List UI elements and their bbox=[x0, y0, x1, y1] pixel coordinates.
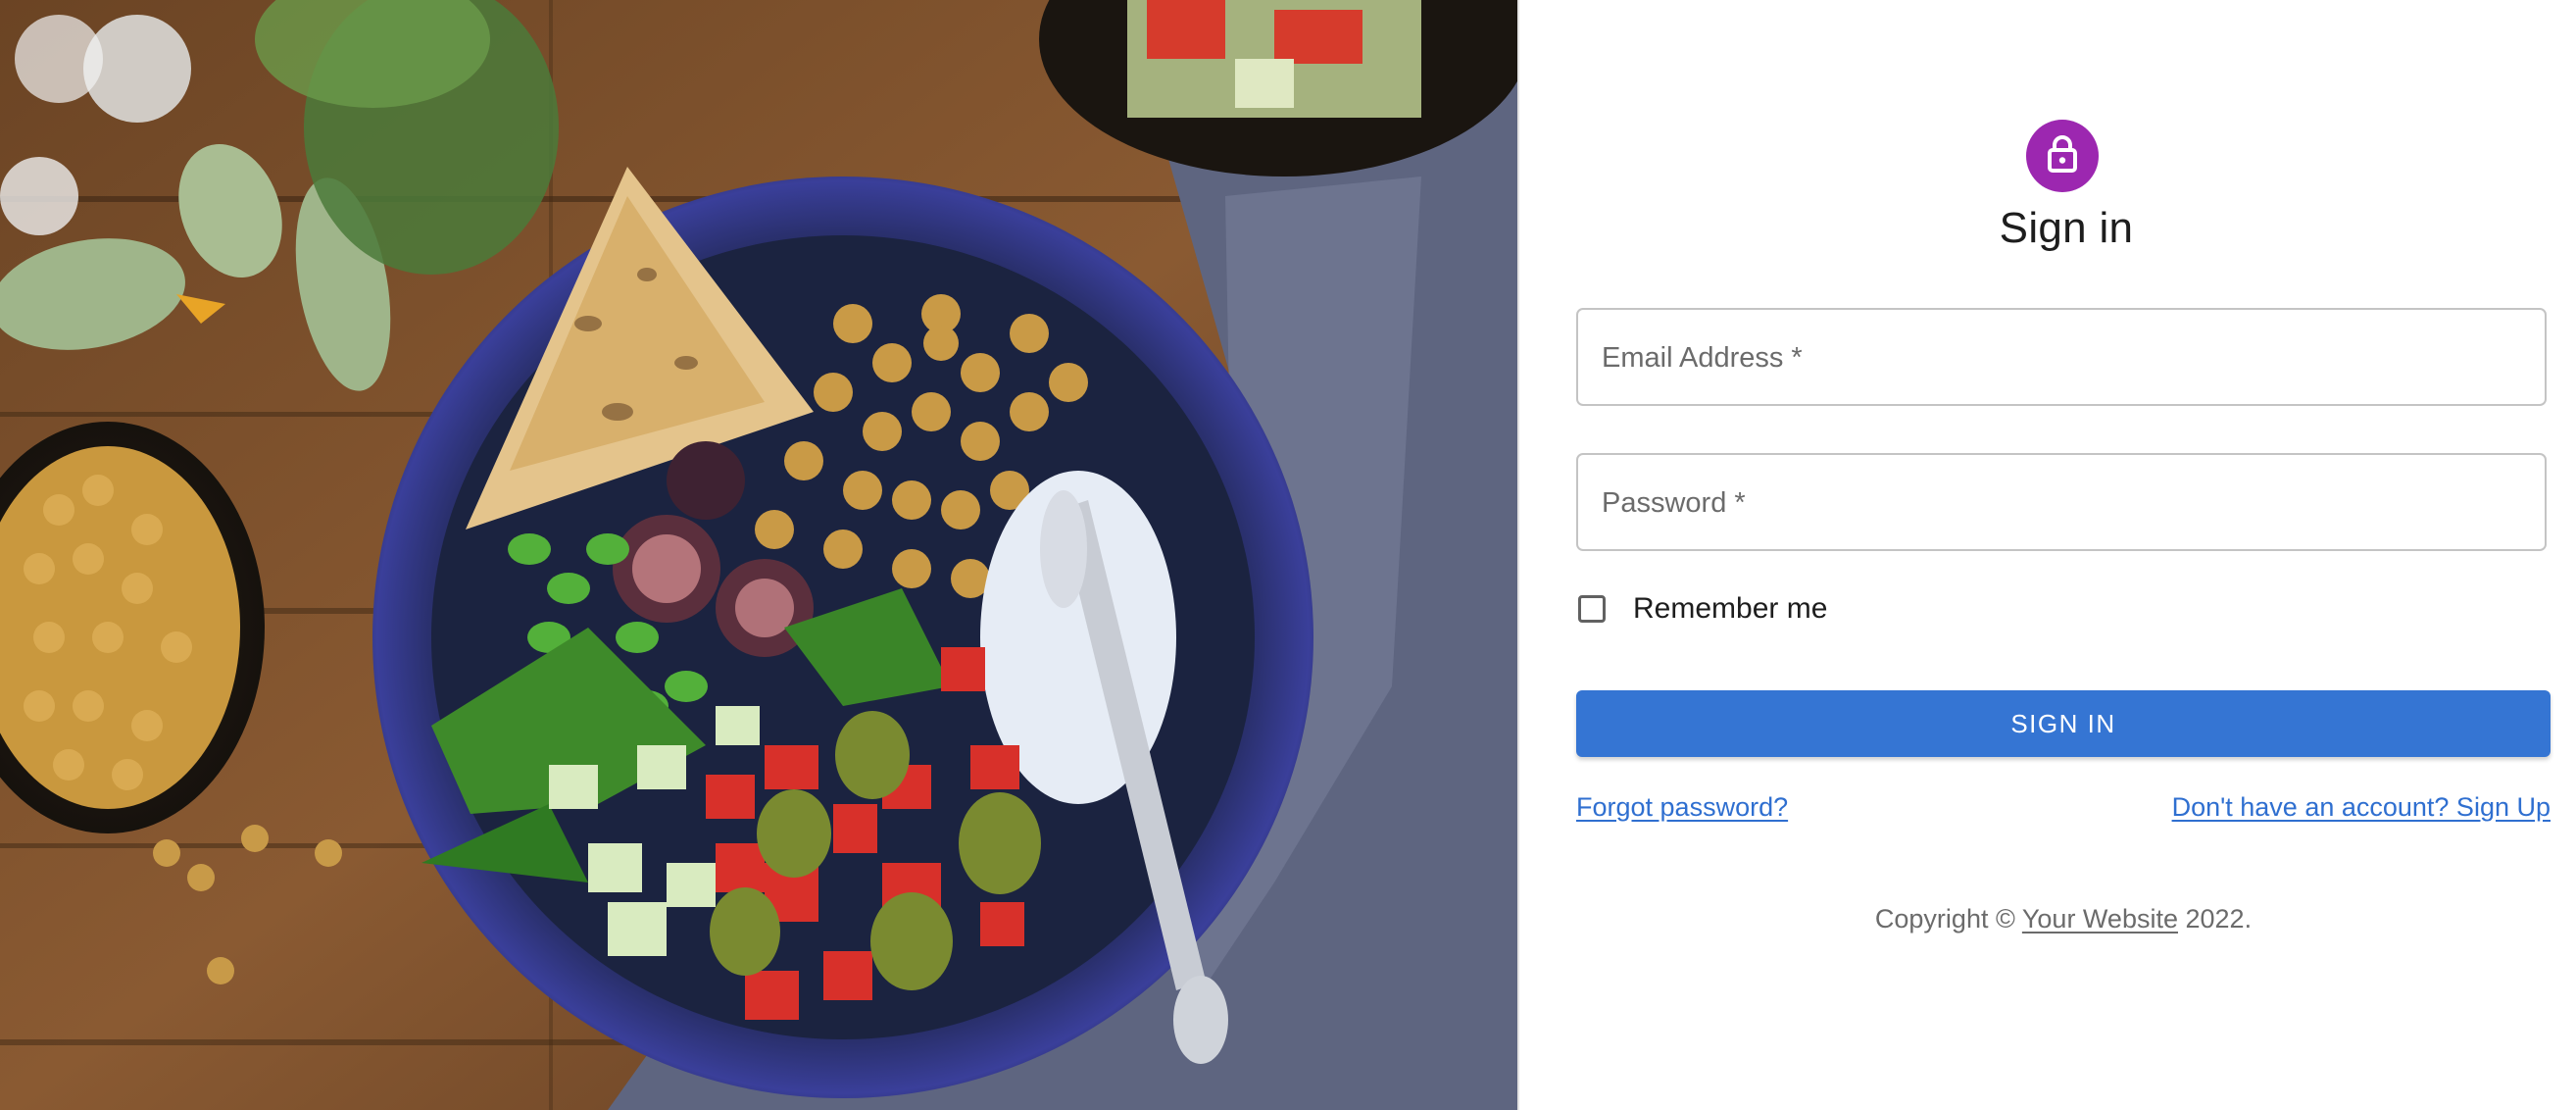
password-input[interactable] bbox=[1578, 455, 2545, 549]
email-input[interactable] bbox=[1578, 310, 2545, 404]
lock-avatar bbox=[2026, 120, 2099, 192]
copyright: Copyright © Your Website 2022. bbox=[1576, 904, 2551, 934]
sign-in-form: Sign in Email Address * Password * Remem… bbox=[0, 0, 2576, 1110]
forgot-password-link[interactable]: Forgot password? bbox=[1576, 792, 1788, 823]
sign-in-button[interactable]: SIGN IN bbox=[1576, 690, 2551, 757]
website-link[interactable]: Your Website bbox=[2022, 904, 2178, 933]
remember-me-checkbox[interactable] bbox=[1578, 595, 1606, 623]
password-field[interactable]: Password * bbox=[1576, 453, 2547, 551]
copyright-year: 2022. bbox=[2185, 904, 2253, 933]
email-field[interactable]: Email Address * bbox=[1576, 308, 2547, 406]
sign-up-link[interactable]: Don't have an account? Sign Up bbox=[2172, 792, 2551, 823]
remember-me-row[interactable]: Remember me bbox=[1576, 588, 1827, 630]
page-title: Sign in bbox=[1999, 204, 2134, 252]
remember-me-label: Remember me bbox=[1633, 592, 1828, 625]
copyright-prefix: Copyright © bbox=[1874, 904, 2015, 933]
lock-icon bbox=[2045, 134, 2080, 178]
sign-in-page: Sign in Email Address * Password * Remem… bbox=[0, 0, 2576, 1110]
